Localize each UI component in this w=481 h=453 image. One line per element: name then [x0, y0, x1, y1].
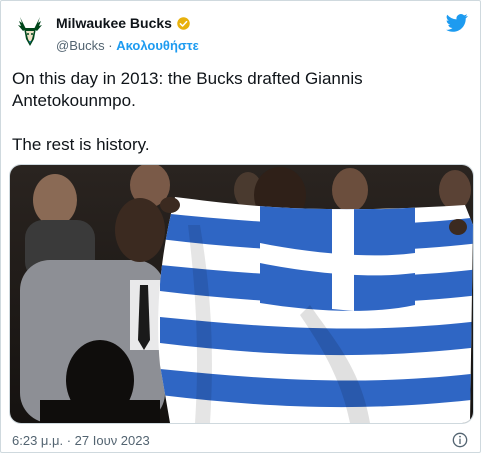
info-icon[interactable]: [452, 432, 468, 448]
author-name-row: Milwaukee Bucks: [56, 15, 191, 31]
photo-illustration: [10, 165, 473, 423]
twitter-bird-icon[interactable]: [446, 13, 468, 33]
tweet-text-line-1: On this day in 2013: the Bucks drafted G…: [12, 69, 363, 110]
avatar[interactable]: [12, 13, 48, 49]
handle-separator: ·: [108, 38, 113, 53]
handle-row: @Bucks · Ακολουθήστε: [56, 38, 199, 53]
tweet-card: Milwaukee Bucks @Bucks · Ακολουθήστε On …: [0, 0, 481, 453]
tweet-text: On this day in 2013: the Bucks drafted G…: [12, 68, 467, 156]
bucks-logo-icon: [18, 17, 42, 46]
tweet-photo[interactable]: [9, 164, 474, 424]
verified-badge-icon: [177, 16, 190, 30]
author-handle[interactable]: @Bucks: [56, 38, 105, 53]
author-name[interactable]: Milwaukee Bucks: [56, 15, 172, 31]
tweet-text-line-2: The rest is history.: [12, 135, 150, 154]
follow-button[interactable]: Ακολουθήστε: [116, 38, 199, 53]
tweet-timestamp[interactable]: 6:23 μ.μ. · 27 Ιουν 2023: [12, 433, 150, 448]
